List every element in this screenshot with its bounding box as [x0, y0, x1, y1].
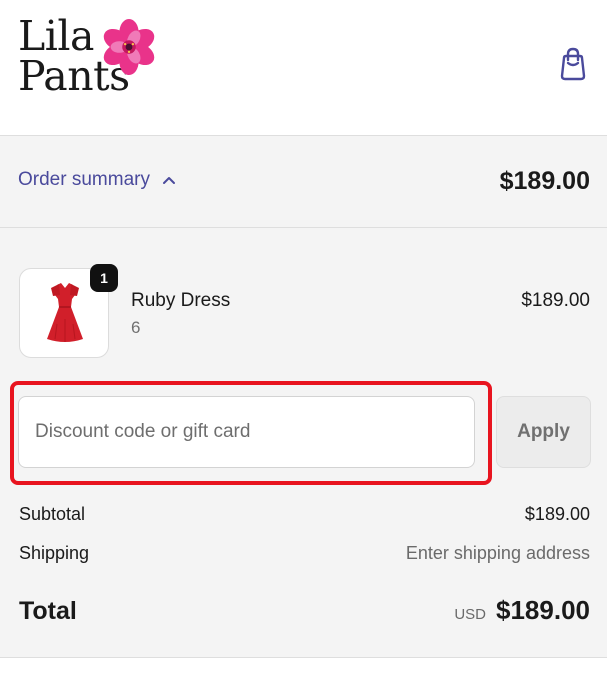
apply-discount-button[interactable]: Apply [496, 396, 591, 468]
order-summary-label: Order summary [18, 169, 150, 190]
store-header: Lila Pants [0, 0, 607, 136]
shipping-row: Shipping Enter shipping address [19, 543, 590, 564]
order-summary-toggle[interactable]: Order summary [18, 169, 176, 191]
product-thumbnail: 1 [19, 264, 118, 358]
total-value: $189.00 [496, 595, 590, 625]
currency-code: USD [454, 606, 487, 623]
order-summary-bar: Order summary $189.00 [0, 136, 607, 228]
order-summary-total: $189.00 [499, 167, 590, 195]
order-summary-panel: 1 Ruby Dress 6 $189.00 Apply Subtotal $1… [0, 228, 607, 658]
line-item: 1 Ruby Dress 6 $189.00 [19, 264, 590, 360]
quantity-badge: 1 [90, 264, 118, 292]
cart-button[interactable] [556, 46, 590, 82]
product-name: Ruby Dress [131, 290, 231, 311]
discount-code-input[interactable] [18, 396, 475, 468]
shipping-value: Enter shipping address [405, 543, 590, 563]
total-label: Total [19, 597, 77, 625]
shipping-label: Shipping [19, 543, 90, 563]
subtotal-row: Subtotal $189.00 [19, 504, 590, 525]
total-amount: USD $189.00 [454, 595, 590, 626]
subtotal-value: $189.00 [524, 504, 590, 524]
subtotal-label: Subtotal [19, 504, 86, 524]
store-logo[interactable]: Lila Pants [18, 16, 178, 111]
total-row: Total USD $189.00 [19, 595, 590, 626]
product-variant: 6 [131, 318, 141, 337]
shopping-bag-icon [560, 47, 586, 81]
chevron-up-icon [162, 177, 175, 184]
flower-icon [103, 18, 155, 76]
red-dress-image [47, 283, 83, 342]
product-price: $189.00 [521, 290, 590, 311]
